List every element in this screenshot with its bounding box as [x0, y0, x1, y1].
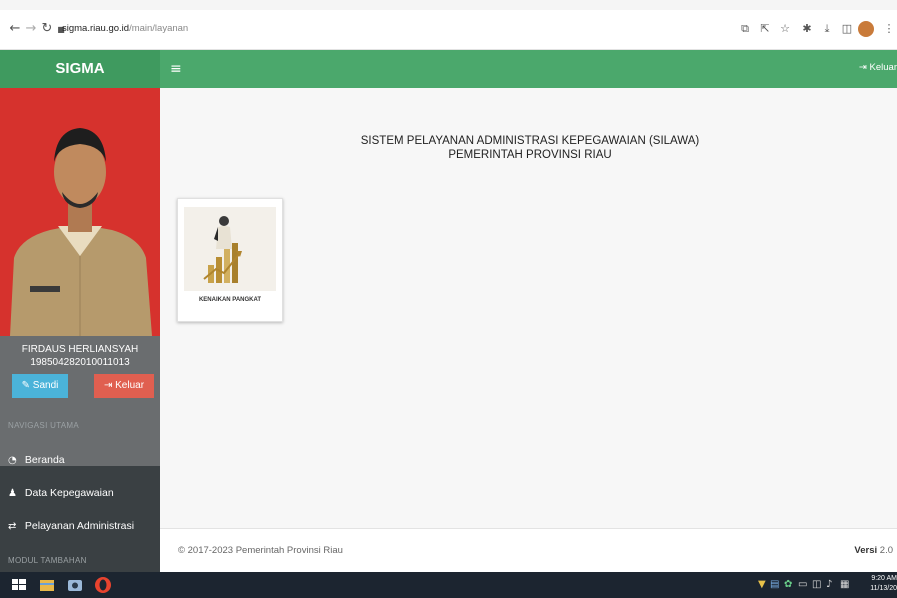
- promotion-chart-icon: [184, 207, 276, 291]
- taskbar-time[interactable]: 9:20 AM: [871, 575, 897, 582]
- profile-photo: [0, 88, 160, 336]
- version-number: 2.0: [879, 545, 893, 556]
- sidebar-item-pelayanan-administrasi[interactable]: ⇄ Pelayanan Administrasi: [0, 510, 160, 543]
- battery-tray-icon[interactable]: ▭: [798, 579, 807, 591]
- taskbar-date[interactable]: 11/13/20: [870, 585, 897, 592]
- download-icon[interactable]: ⤓: [820, 22, 834, 36]
- windows-taskbar: ▼ ▤ ✿ ▭ ◫ ♪ ▦ 9:20 AM 11/13/20: [0, 572, 897, 598]
- reload-icon[interactable]: ↻: [40, 22, 54, 36]
- extensions-icon[interactable]: ✱: [800, 22, 814, 36]
- retweet-icon: ⇄: [8, 521, 17, 532]
- sync-tray-icon[interactable]: ✿: [784, 579, 792, 591]
- main-content: SISTEM PELAYANAN ADMINISTRASI KEPEGAWAIA…: [160, 88, 897, 528]
- sidebar-item-beranda[interactable]: ◔ Beranda: [0, 444, 160, 477]
- section-header-navigation: NAVIGASI UTAMA: [8, 421, 80, 430]
- copyright-text: © 2017-2023 Pemerintah Provinsi Riau: [178, 545, 343, 556]
- logout-icon: ⇥: [103, 380, 113, 391]
- header-logout-label: Keluar: [869, 62, 897, 73]
- dashboard-icon: ◔: [8, 455, 17, 466]
- sidebar-item-data-kepegawaian[interactable]: ♟ Data Kepegawaian: [0, 477, 160, 510]
- sidebar-logout-label: Keluar: [115, 380, 145, 391]
- version-label: Versi: [854, 545, 878, 556]
- sidebar-item-label: Pelayanan Administrasi: [24, 520, 135, 532]
- back-icon[interactable]: ←: [8, 22, 22, 36]
- network-tray-icon[interactable]: ◫: [812, 579, 821, 591]
- header-logout-link[interactable]: ⇥ Keluar: [859, 62, 897, 73]
- sidebar-item-label: Data Kepegawaian: [24, 487, 114, 499]
- footer: © 2017-2023 Pemerintah Provinsi Riau Ver…: [160, 528, 897, 572]
- service-card-kenaikan-pangkat[interactable]: KENAIKAN PANGKAT: [177, 198, 283, 322]
- sidepanel-icon[interactable]: ◫: [840, 22, 854, 36]
- browser-toolbar: ← → ↻ ■ sigma.riau.go.id/main/layanan ⧉ …: [0, 0, 897, 50]
- section-header-modules: MODUL TAMBAHAN: [8, 556, 87, 565]
- file-explorer-icon[interactable]: [38, 576, 56, 594]
- profile-avatar-icon[interactable]: [858, 21, 874, 37]
- profile-nip: 198504282010011013: [30, 357, 130, 368]
- edit-icon: ✎: [21, 380, 31, 391]
- shield-tray-icon[interactable]: ▼: [758, 579, 766, 591]
- translate-icon[interactable]: ⧉: [738, 22, 752, 36]
- profile-photo-figure: [0, 88, 160, 336]
- sidebar-logout-button[interactable]: ⇥ Keluar: [94, 374, 154, 398]
- url-host: sigma.riau.go.id: [62, 23, 130, 34]
- page-subtitle: PEMERINTAH PROVINSI RIAU: [448, 149, 612, 161]
- volume-tray-icon[interactable]: ♪: [826, 579, 832, 591]
- address-bar[interactable]: sigma.riau.go.id/main/layanan: [62, 23, 188, 34]
- url-path: /main/layanan: [129, 23, 189, 34]
- sidebar-item-label: Beranda: [24, 454, 65, 466]
- app-tray-icon[interactable]: ▤: [770, 579, 779, 591]
- version-text: Versi 2.0: [854, 545, 893, 556]
- forward-icon[interactable]: →: [24, 22, 38, 36]
- page-title: SISTEM PELAYANAN ADMINISTRASI KEPEGAWAIA…: [360, 135, 700, 147]
- user-icon: ♟: [8, 488, 17, 499]
- service-card-label: KENAIKAN PANGKAT: [198, 297, 262, 303]
- logout-icon: ⇥: [858, 62, 867, 73]
- windows-start-icon[interactable]: [10, 576, 28, 594]
- app-header: SIGMA ≡ ⇥ Keluar: [0, 50, 897, 88]
- profile-name: FIRDAUS HERLIANSYAH: [21, 344, 139, 355]
- change-password-button[interactable]: ✎ Sandi: [12, 374, 68, 398]
- camera-app-icon[interactable]: [66, 576, 84, 594]
- opera-browser-icon[interactable]: [94, 576, 112, 594]
- hamburger-icon[interactable]: ≡: [170, 60, 182, 78]
- sidebar: FIRDAUS HERLIANSYAH 198504282010011013 ✎…: [0, 88, 160, 572]
- share-icon[interactable]: ⇱: [758, 22, 772, 36]
- brand-logo[interactable]: SIGMA: [0, 50, 160, 88]
- bookmark-star-icon[interactable]: ☆: [778, 22, 792, 36]
- keyboard-tray-icon[interactable]: ▦: [840, 579, 849, 591]
- more-menu-icon[interactable]: ⋮: [882, 22, 896, 36]
- change-password-label: Sandi: [32, 380, 59, 391]
- tab-strip: [0, 0, 897, 10]
